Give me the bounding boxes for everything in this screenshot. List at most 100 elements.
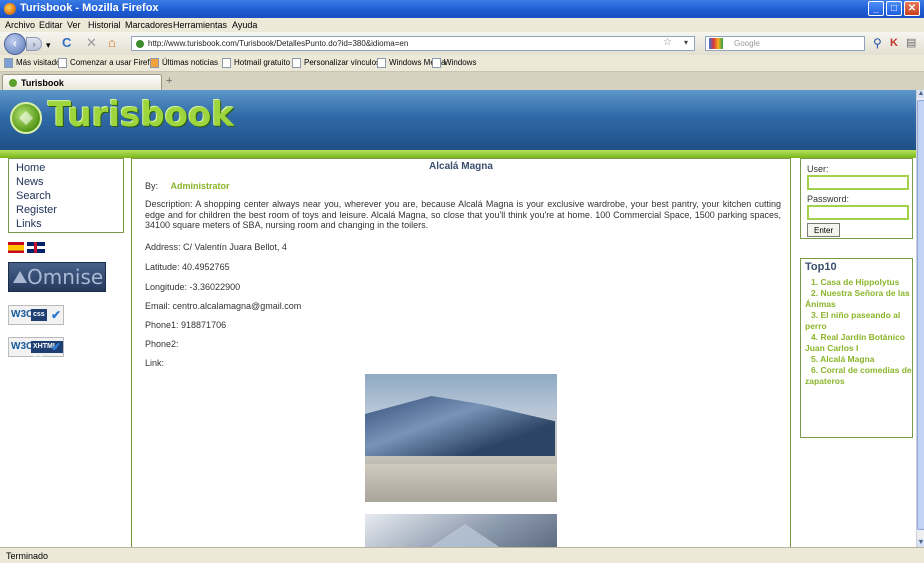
navigation-toolbar: ‹ › ▾ C ✕ ⌂ http://www.turisbook.com/Tur…	[0, 32, 924, 55]
scroll-down-icon[interactable]: ▼	[917, 539, 924, 547]
bookmarks-toolbar: Más visitados Comenzar a usar Firef... Ú…	[0, 55, 924, 72]
minimize-button[interactable]: _	[868, 1, 884, 16]
tab-turisbook[interactable]: Turisbook	[2, 74, 162, 90]
page-icon	[58, 58, 67, 68]
nav-register-link[interactable]: Register	[16, 203, 123, 217]
menu-archivo[interactable]: Archivo	[5, 20, 35, 30]
close-button[interactable]: ✕	[904, 1, 920, 16]
nav-links-link[interactable]: Links	[16, 217, 123, 231]
w3c-label: W3C	[11, 341, 34, 352]
menu-ver[interactable]: Ver	[67, 20, 81, 30]
w3c-css-badge[interactable]: W3C css ✔	[8, 305, 64, 325]
stop-icon[interactable]: ✕	[86, 36, 97, 50]
description-text: Description: A shopping center always ne…	[145, 199, 781, 230]
top10-item-label: 4. Real Jardín Botánico Juan Carlos I	[805, 332, 905, 353]
new-tab-button[interactable]: +	[166, 75, 172, 87]
phone2-text: Phone2:	[145, 339, 179, 349]
search-placeholder: Google	[734, 39, 760, 48]
photo-skylight-shape	[405, 524, 525, 547]
omnise-triangle-icon	[13, 271, 27, 283]
history-dropdown-icon[interactable]: ▾	[46, 38, 51, 52]
top10-item-label: 6. Corral de comedias de zapateros	[805, 365, 912, 386]
phone1-text: Phone1: 918871706	[145, 320, 227, 330]
extension-icon[interactable]: ▤	[906, 36, 916, 50]
menu-ayuda[interactable]: Ayuda	[232, 20, 257, 30]
top10-item[interactable]: 5. Alcalá Magna	[805, 354, 913, 365]
latitude-text: Latitude: 40.4952765	[145, 262, 230, 272]
menu-editar[interactable]: Editar	[39, 20, 63, 30]
password-input[interactable]	[807, 205, 909, 220]
place-photo	[365, 374, 557, 502]
longitude-text: Longitude: -3.36022900	[145, 282, 241, 292]
addon-icon[interactable]: K	[890, 36, 898, 50]
site-favicon-icon	[136, 40, 144, 48]
top10-item-label: 1. Casa de Hippolytus	[811, 277, 900, 287]
page-title: Alcalá Magna	[429, 161, 493, 172]
top10-item[interactable]: 1. Casa de Hippolytus	[805, 277, 913, 288]
vertical-scrollbar[interactable]: ▲ ▼	[916, 90, 924, 547]
search-box[interactable]: Google	[705, 36, 865, 51]
nav-home-link[interactable]: Home	[16, 161, 123, 175]
menu-bar: Archivo Editar Ver Historial Marcadores …	[0, 18, 924, 32]
top10-item[interactable]: 6. Corral de comedias de zapateros	[805, 365, 913, 387]
site-header: Turisbook	[0, 90, 916, 150]
password-label: Password:	[807, 194, 850, 204]
w3c-xhtml-badge[interactable]: W3C XHTML 1.1 ✔	[8, 337, 64, 362]
address-bar[interactable]: http://www.turisbook.com/Turisbook/Detal…	[131, 36, 695, 51]
google-engine-icon[interactable]	[709, 38, 723, 49]
back-button[interactable]: ‹	[4, 33, 26, 55]
author-link[interactable]: Administrator	[171, 181, 230, 191]
link-text: Link:	[145, 358, 165, 368]
search-icon[interactable]: ⚲	[873, 36, 882, 50]
scroll-up-icon[interactable]: ▲	[917, 90, 924, 98]
home-icon[interactable]: ⌂	[108, 36, 116, 50]
menu-historial[interactable]: Historial	[88, 20, 121, 30]
bookmark-latest-news[interactable]: Últimas noticias	[150, 58, 218, 68]
top10-item[interactable]: 4. Real Jardín Botánico Juan Carlos I	[805, 332, 913, 354]
bookmark-most-visited[interactable]: Más visitados	[4, 58, 64, 68]
reload-icon[interactable]: C	[62, 36, 71, 50]
photo-roof-shape	[365, 396, 555, 456]
email-text: Email: centro.alcalamagna@gmail.com	[145, 301, 302, 311]
user-label: User:	[807, 164, 829, 174]
url-dropdown-icon[interactable]: ▾	[684, 38, 688, 47]
tab-label: Turisbook	[21, 78, 64, 88]
spanish-flag-icon[interactable]	[8, 242, 24, 253]
place-details: Alcalá Magna By: Administrator Descripti…	[131, 158, 791, 547]
menu-marcadores[interactable]: Marcadores	[125, 20, 173, 30]
page-icon	[432, 58, 441, 68]
bookmark-hotmail[interactable]: Hotmail gratuito	[222, 58, 290, 68]
user-input[interactable]	[807, 175, 909, 190]
site-logo[interactable]: Turisbook	[48, 95, 234, 135]
nav-search-link[interactable]: Search	[16, 189, 123, 203]
bookmark-customize-links[interactable]: Personalizar vínculos	[292, 58, 380, 68]
rss-icon	[150, 58, 159, 68]
top10-item[interactable]: 2. Nuestra Señora de las Ánimas	[805, 288, 913, 310]
bookmark-getting-started[interactable]: Comenzar a usar Firef...	[58, 58, 156, 68]
address-url: http://www.turisbook.com/Turisbook/Detal…	[148, 39, 409, 48]
menu-herramientas[interactable]: Herramientas	[173, 20, 227, 30]
login-panel: User: Password: Enter	[800, 158, 913, 239]
scrollbar-thumb[interactable]	[917, 100, 924, 530]
tab-bar: Turisbook +	[0, 72, 924, 90]
bookmark-icon	[4, 58, 13, 68]
english-flag-icon[interactable]	[27, 242, 45, 253]
checkmark-icon: ✔	[50, 340, 61, 354]
forward-button[interactable]: ›	[26, 37, 42, 51]
top10-item-label: 5. Alcalá Magna	[811, 354, 875, 364]
top10-item[interactable]: 3. El niño paseando al perro	[805, 310, 913, 332]
window-title-bar: Turisbook - Mozilla Firefox _ □ ✕	[0, 0, 924, 18]
w3c-label: W3C	[11, 309, 34, 320]
top10-list: 1. Casa de Hippolytus 2. Nuestra Señora …	[805, 277, 913, 387]
enter-button[interactable]: Enter	[807, 223, 841, 237]
nav-news-link[interactable]: News	[16, 175, 123, 189]
left-navigation: Home News Search Register Links	[8, 158, 124, 233]
bookmark-star-icon[interactable]: ☆	[663, 37, 672, 48]
omnise-logo[interactable]: Omnise	[8, 262, 106, 292]
omnise-logo-text: Omnise	[27, 265, 104, 289]
top10-heading: Top10	[805, 261, 837, 273]
maximize-button[interactable]: □	[886, 1, 902, 16]
checkmark-icon: ✔	[50, 308, 61, 322]
top10-item-label: 2. Nuestra Señora de las Ánimas	[805, 288, 910, 309]
bookmark-windows[interactable]: Windows	[432, 58, 476, 68]
